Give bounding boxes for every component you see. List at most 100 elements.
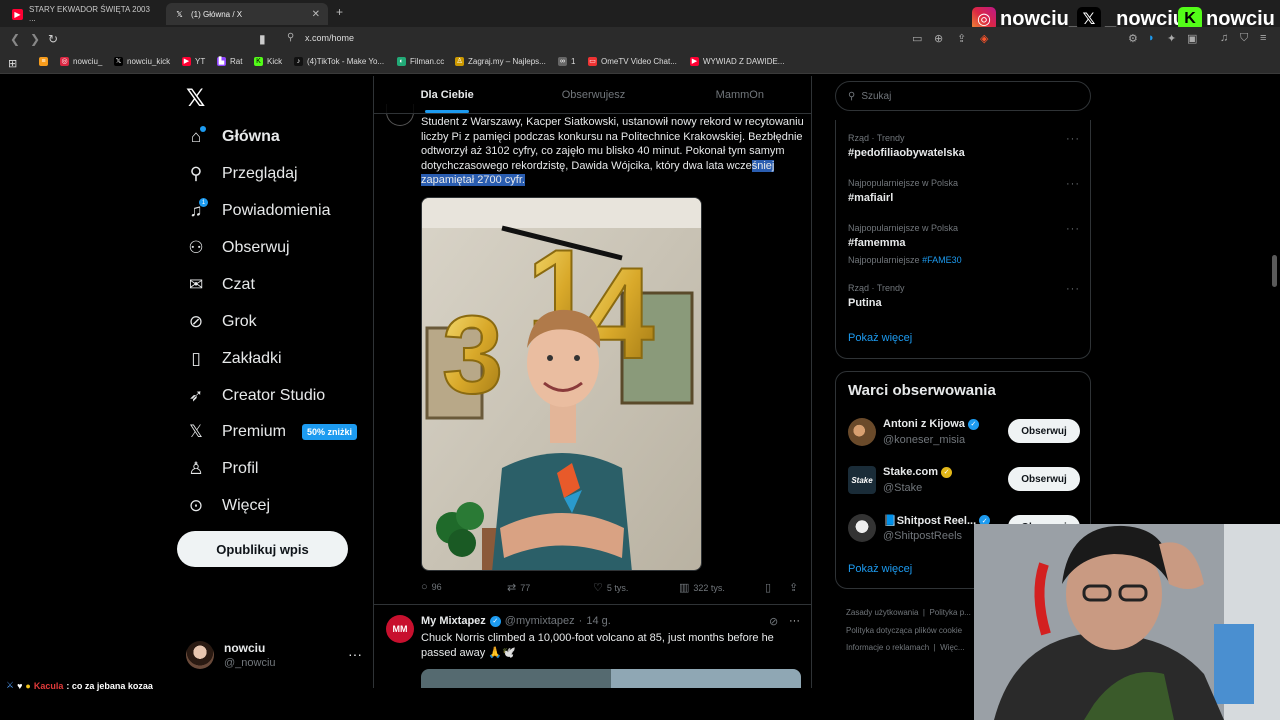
bookmark-rss[interactable]: ≡ xyxy=(39,57,48,66)
footer-link[interactable]: Polityka p... xyxy=(929,608,970,617)
sidebar-item-bookmarks[interactable]: ▯ Zakładki xyxy=(186,344,281,374)
bookmark-item[interactable]: K Kick xyxy=(254,57,282,66)
more-options-icon[interactable]: ··· xyxy=(1066,283,1080,295)
bookmark-item[interactable]: ▙ Rat xyxy=(217,57,242,66)
suggestion-name-text: Antoni z Kijowa xyxy=(883,418,965,430)
browser-tab-youtube[interactable]: ▶ STARY EKWADOR ŚWIĘTA 2003 ... xyxy=(4,3,160,25)
bookmark-item[interactable]: ◐ Filman.cc xyxy=(397,57,444,66)
post-time[interactable]: 14 g. xyxy=(586,615,610,627)
post-image[interactable] xyxy=(421,669,801,688)
author-name[interactable]: My Mixtapez xyxy=(421,615,486,627)
follow-button[interactable]: Obserwuj xyxy=(1008,467,1080,491)
footer-link[interactable]: Więc... xyxy=(940,643,964,652)
like-button[interactable]: ♡ 5 tys. xyxy=(593,581,628,594)
sidebar-item-chat[interactable]: ✉ Czat xyxy=(186,270,255,300)
more-circle-icon: ⊙ xyxy=(188,496,204,515)
x-logo-icon[interactable]: 𝕏 xyxy=(186,84,205,113)
apps-grid-icon[interactable]: ⊞ xyxy=(8,57,17,70)
bookmark-button[interactable]: ▯ xyxy=(765,581,771,594)
sidebar-item-follow[interactable]: ⚇ Obserwuj xyxy=(186,233,289,263)
grok-icon[interactable]: ⊘ xyxy=(769,615,778,628)
who-to-follow-title: Warci obserwowania xyxy=(848,382,996,399)
follow-suggestion[interactable]: Stake Stake.com ✓ @Stake Obserwuj xyxy=(848,464,1080,498)
extension-icon[interactable]: ⚙ xyxy=(1128,32,1138,45)
tab-following[interactable]: Obserwujesz xyxy=(520,76,666,113)
close-tab-icon[interactable]: ✕ xyxy=(312,9,320,20)
webcam-feed xyxy=(974,524,1280,720)
sidebar-item-premium[interactable]: 𝕏 Premium 50% zniżki xyxy=(186,417,358,447)
cast-icon[interactable]: ▭ xyxy=(912,32,922,45)
url-field[interactable]: x.com/home xyxy=(305,33,354,43)
more-options-icon[interactable]: ··· xyxy=(1066,178,1080,190)
sidebar-item-profile[interactable]: ♙ Profil xyxy=(186,454,258,484)
back-icon[interactable]: ❮ xyxy=(10,32,20,46)
reload-icon[interactable]: ↻ xyxy=(48,32,58,46)
sidebar-item-more[interactable]: ⊙ Więcej xyxy=(186,491,270,521)
search-input[interactable]: ⚲ Szukaj xyxy=(835,81,1091,111)
more-options-icon[interactable]: ··· xyxy=(789,615,800,627)
site-info-icon[interactable]: ⚲ xyxy=(287,32,294,43)
bookmark-item[interactable]: ▶ WYWIAD Z DAWIDE... xyxy=(690,57,784,66)
tab-mammon[interactable]: MammOn xyxy=(667,76,811,113)
account-switcher[interactable]: nowciu @_nowciu ··· xyxy=(186,638,362,678)
new-tab-button[interactable]: + xyxy=(336,5,343,19)
vpn-icon[interactable]: ⛉ xyxy=(1240,32,1248,45)
menu-icon[interactable]: ≡ xyxy=(1260,32,1266,44)
reply-icon: ○ xyxy=(421,581,428,593)
trend-item[interactable]: Rząd · Trendy Putina ··· xyxy=(848,283,1080,309)
trend-item[interactable]: Najpopularniejsze w Polska #mafiairl ··· xyxy=(848,178,1080,204)
zoom-icon[interactable]: ⊕ xyxy=(934,32,943,45)
sidebar-item-label: Premium xyxy=(222,423,287,440)
repost-button[interactable]: ⇄ 77 xyxy=(507,581,530,594)
post-text: Student z Warszawy, Kacper Siatkowski, u… xyxy=(421,115,806,188)
bookmark-item[interactable]: 𝕏nowciu_kick xyxy=(114,57,170,66)
trend-item[interactable]: Najpopularniejsze w Polska #famemma Najp… xyxy=(848,223,1080,265)
more-options-icon[interactable]: ··· xyxy=(1066,133,1080,145)
mail-icon: ✉ xyxy=(188,275,204,294)
share-icon[interactable]: ⇪ xyxy=(957,32,966,45)
more-options-icon[interactable]: ··· xyxy=(348,646,362,662)
brave-shield-icon[interactable]: ◈ xyxy=(980,32,988,45)
show-more-trends-link[interactable]: Pokaż więcej xyxy=(848,332,912,344)
post-image[interactable]: 3 1 4 xyxy=(421,197,702,571)
sidebar-item-explore[interactable]: ⚲ Przeglądaj xyxy=(186,159,298,189)
sidebar-item-notifications[interactable]: ♫ 1 Powiadomienia xyxy=(186,196,331,226)
show-more-follow-link[interactable]: Pokaż więcej xyxy=(848,563,912,575)
author-handle[interactable]: @mymixtapez xyxy=(505,615,575,627)
trend-sub-tag[interactable]: #FAME30 xyxy=(922,255,962,265)
sidebar-icon[interactable]: ▣ xyxy=(1187,32,1197,45)
bookmark-item[interactable]: ◎ nowciu_ xyxy=(60,57,102,66)
post[interactable]: MM My Mixtapez ✓ @mymixtapez · 14 g. ⊘ ·… xyxy=(374,604,811,688)
avatar[interactable]: MM xyxy=(386,615,414,643)
sidebar-item-home[interactable]: ⌂ Główna xyxy=(186,122,280,152)
trends-panel: Rząd · Trendy #pedofiliaobywatelska ··· … xyxy=(835,120,1091,359)
bookmark-item[interactable]: ▭ OmeTV Video Chat... xyxy=(588,57,677,66)
share-button[interactable]: ⇪ xyxy=(789,581,798,594)
bookmark-item[interactable]: ♙ Zagraj.my – Najleps... xyxy=(455,57,546,66)
bookmark-item[interactable]: ♪ (4)TikTok - Make Yo... xyxy=(294,57,384,66)
follow-suggestion[interactable]: Antoni z Kijowa ✓ @koneser_misia Obserwuj xyxy=(848,416,1080,450)
forward-icon[interactable]: ❯ xyxy=(30,32,40,46)
bookmark-item[interactable]: ∞ 1 xyxy=(558,57,575,66)
page-scrollbar[interactable] xyxy=(1272,255,1277,287)
views-button[interactable]: ▥ 322 tys. xyxy=(679,581,725,594)
puzzle-icon[interactable]: ✦ xyxy=(1167,32,1176,45)
post-button[interactable]: Opublikuj wpis xyxy=(177,531,348,567)
audio-icon[interactable]: ◗ xyxy=(1148,32,1155,44)
sidebar-item-creator-studio[interactable]: ➶ Creator Studio xyxy=(186,381,325,411)
footer-link[interactable]: Informacje o reklamach xyxy=(846,643,929,652)
footer-link[interactable]: Zasady użytkowania xyxy=(846,608,918,617)
follow-button[interactable]: Obserwuj xyxy=(1008,419,1080,443)
browser-tab-x[interactable]: 𝕏 (1) Główna / X ✕ xyxy=(166,3,328,25)
trend-title: Putina xyxy=(848,297,882,309)
reply-button[interactable]: ○ 96 xyxy=(421,581,442,593)
trend-item[interactable]: Rząd · Trendy #pedofiliaobywatelska ··· xyxy=(848,133,1080,159)
more-options-icon[interactable]: ··· xyxy=(1066,223,1080,235)
trend-title: #mafiairl xyxy=(848,192,894,204)
bookmark-page-icon[interactable]: ▮ xyxy=(259,32,266,46)
sidebar-item-grok[interactable]: ⊘ Grok xyxy=(186,307,257,337)
tab-for-you[interactable]: Dla Ciebie xyxy=(374,76,520,113)
bookmark-item[interactable]: ▶ YT xyxy=(182,57,205,66)
footer-link[interactable]: Polityka dotycząca plików cookie xyxy=(846,626,962,635)
music-icon[interactable]: ♫ xyxy=(1220,32,1228,44)
